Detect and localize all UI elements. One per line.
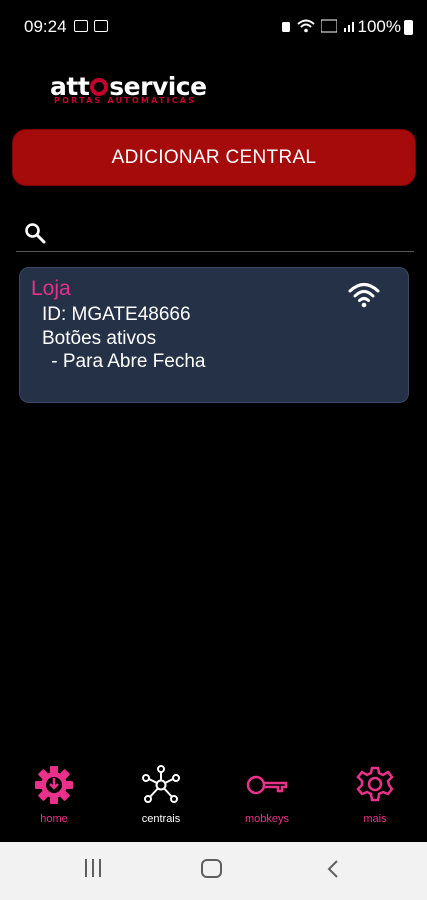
add-central-button[interactable]: ADICIONAR CENTRAL (12, 129, 416, 186)
settings-icon (356, 766, 394, 802)
battery-percent: 100% (357, 17, 401, 36)
bottom-navigation: home centrais mobkeys mais (0, 756, 427, 842)
network-icon (142, 765, 180, 803)
recents-button[interactable] (84, 859, 104, 877)
nav-centrais[interactable]: centrais (116, 756, 206, 842)
notification-icons (74, 20, 108, 32)
logo-gear-icon (90, 78, 109, 96)
status-time: 09:24 (24, 17, 67, 36)
active-button-item: - Para Abre Fecha (46, 351, 206, 372)
battery-icon (404, 20, 413, 35)
nav-mais-label: mais (363, 813, 387, 825)
key-icon (246, 775, 288, 795)
nav-centrais-label: centrais (141, 813, 181, 825)
search-icon (25, 223, 46, 244)
active-buttons-title: Botões ativos (42, 328, 157, 349)
gear-icon (35, 766, 73, 804)
device-card[interactable]: Loja ID: MGATE48666 Botões ativos - Para… (19, 267, 409, 403)
search-bar (16, 216, 414, 252)
app-notification-icon (94, 20, 108, 32)
wifi-icon (348, 283, 380, 308)
status-indicators (281, 19, 357, 33)
signal-icon (344, 22, 354, 32)
search-input[interactable] (56, 216, 406, 250)
volte-icon (321, 19, 337, 33)
home-button[interactable] (201, 859, 222, 878)
logo-subtitle: PORTAS AUTOMÁTICAS (54, 96, 197, 105)
add-central-label: ADICIONAR CENTRAL (111, 146, 317, 168)
device-name: Loja (31, 277, 71, 300)
nav-home-label: home (40, 813, 68, 825)
system-navigation-bar (0, 842, 427, 900)
back-button[interactable] (326, 859, 340, 879)
device-id: ID: MGATE48666 (42, 304, 191, 325)
nav-mais[interactable]: mais (330, 756, 420, 842)
app-logo: att service PORTAS AUTOMÁTICAS (50, 72, 220, 106)
wifi-status-icon (297, 19, 315, 33)
status-bar: 09:24 100% (0, 0, 427, 56)
alarm-icon (282, 22, 290, 32)
nav-mobkeys[interactable]: mobkeys (222, 756, 312, 842)
nav-home[interactable]: home (9, 756, 99, 842)
nav-mobkeys-label: mobkeys (244, 813, 290, 825)
gallery-icon (74, 20, 88, 32)
